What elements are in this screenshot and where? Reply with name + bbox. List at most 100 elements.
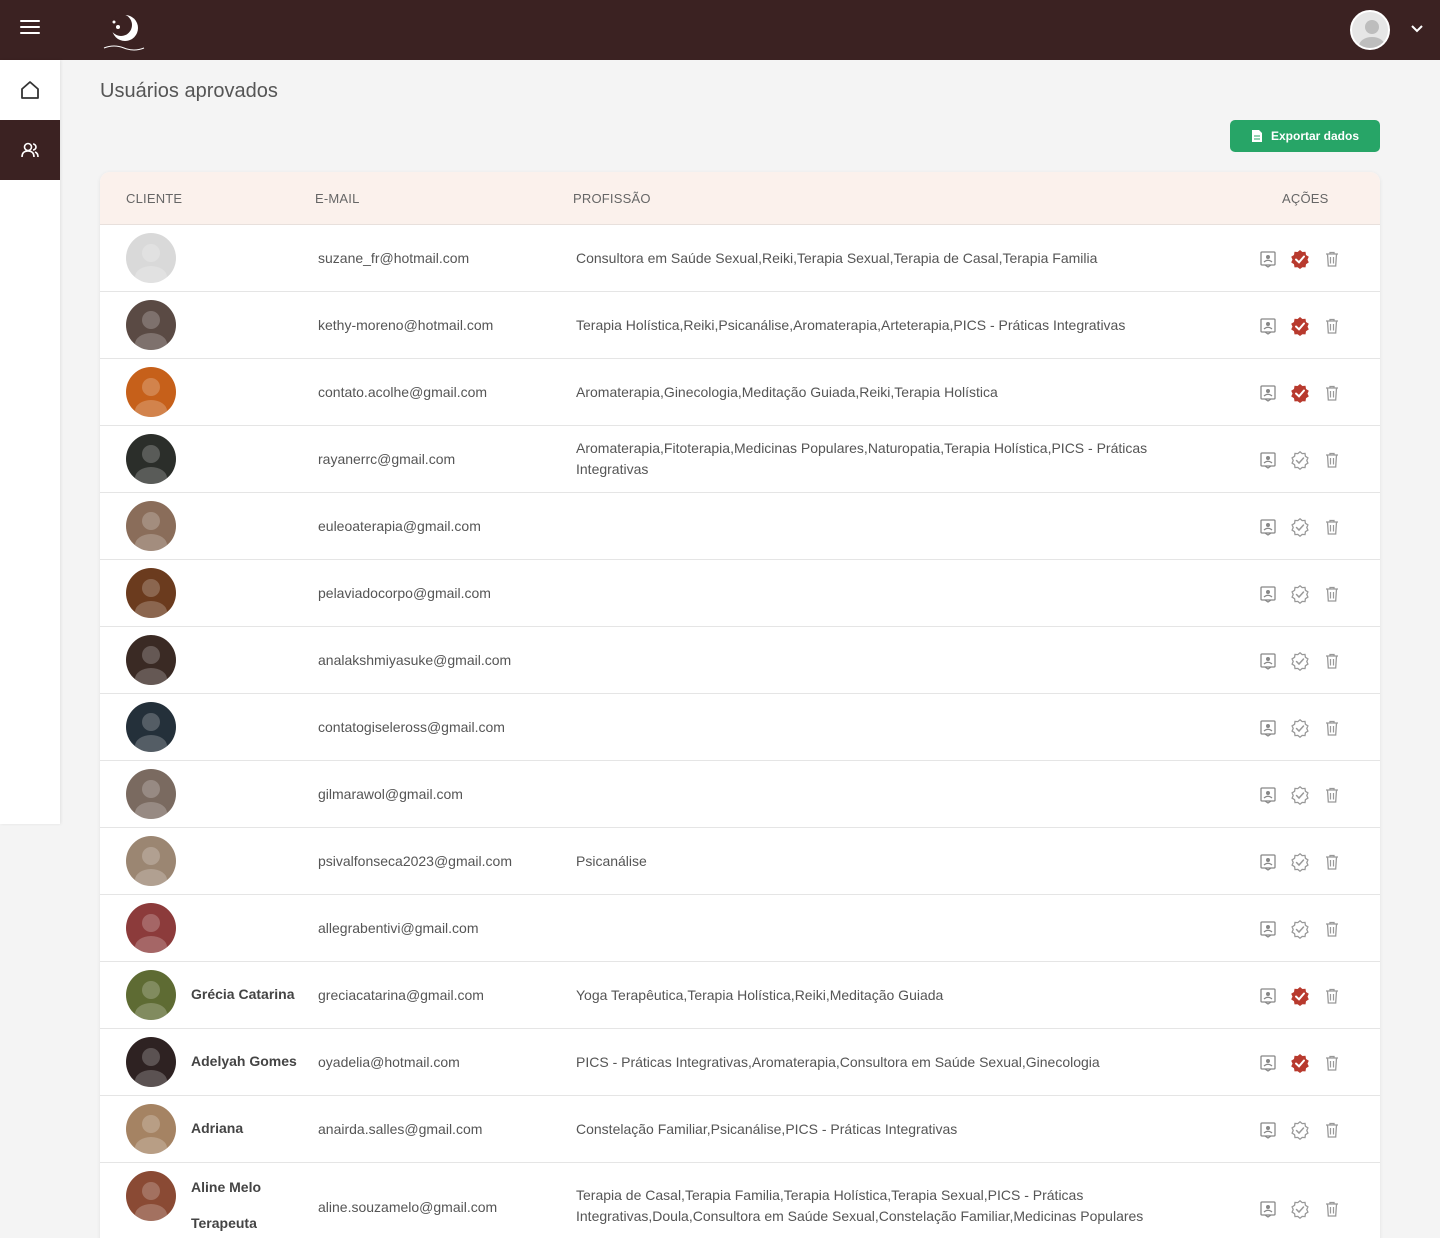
view-profile-icon[interactable] — [1258, 383, 1278, 403]
client-email: oyadelia@hotmail.com — [318, 1054, 460, 1070]
sidebar-item-home[interactable] — [0, 60, 60, 120]
client-email: anairda.salles@gmail.com — [318, 1121, 483, 1137]
avatar — [126, 233, 176, 283]
row-actions — [1258, 718, 1342, 738]
header-profession: PROFISSÃO — [573, 191, 651, 206]
avatar — [126, 702, 176, 752]
table-row: pelaviadocorpo@gmail.com — [100, 560, 1380, 627]
approve-icon[interactable] — [1290, 1120, 1310, 1140]
view-profile-icon[interactable] — [1258, 986, 1278, 1006]
client-profession: Constelação Familiar,Psicanálise,PICS - … — [576, 1121, 958, 1137]
approve-icon[interactable] — [1290, 785, 1310, 805]
client-name: Grécia Catarina — [191, 986, 295, 1002]
table-row: Adelyah Gomes oyadelia@hotmail.com PICS … — [100, 1029, 1380, 1096]
avatar — [126, 903, 176, 953]
trash-icon[interactable] — [1322, 986, 1342, 1006]
logo — [100, 8, 146, 54]
view-profile-icon[interactable] — [1258, 651, 1278, 671]
trash-icon[interactable] — [1322, 316, 1342, 336]
header-email: E-MAIL — [315, 191, 360, 206]
trash-icon[interactable] — [1322, 1120, 1342, 1140]
client-email: kethy-moreno@hotmail.com — [318, 317, 494, 333]
trash-icon[interactable] — [1322, 383, 1342, 403]
client-email: suzane_fr@hotmail.com — [318, 250, 470, 266]
client-email: contato.acolhe@gmail.com — [318, 384, 488, 400]
avatar — [126, 501, 176, 551]
view-profile-icon[interactable] — [1258, 249, 1278, 269]
avatar — [126, 367, 176, 417]
trash-icon[interactable] — [1322, 852, 1342, 872]
client-profession: Psicanálise — [576, 853, 647, 869]
trash-icon[interactable] — [1322, 1199, 1342, 1219]
row-actions — [1258, 785, 1342, 805]
approved-badge-icon[interactable] — [1290, 986, 1310, 1006]
trash-icon[interactable] — [1322, 651, 1342, 671]
sidebar-item-users[interactable] — [0, 120, 60, 180]
table-row: Grécia Catarina greciacatarina@gmail.com… — [100, 962, 1380, 1029]
view-profile-icon[interactable] — [1258, 718, 1278, 738]
trash-icon[interactable] — [1322, 718, 1342, 738]
approve-icon[interactable] — [1290, 718, 1310, 738]
table-row: analakshmiyasuke@gmail.com — [100, 627, 1380, 694]
avatar — [126, 300, 176, 350]
approved-badge-icon[interactable] — [1290, 1053, 1310, 1073]
page-title: Usuários aprovados — [100, 80, 278, 102]
view-profile-icon[interactable] — [1258, 919, 1278, 939]
view-profile-icon[interactable] — [1258, 584, 1278, 604]
menu-icon[interactable] — [20, 20, 40, 40]
table-row: gilmarawol@gmail.com — [100, 761, 1380, 828]
client-profession: Aromaterapia,Ginecologia,Meditação Guiad… — [576, 384, 998, 400]
client-profession: PICS - Práticas Integrativas,Aromaterapi… — [576, 1054, 1100, 1070]
table-row: euleoaterapia@gmail.com — [100, 493, 1380, 560]
view-profile-icon[interactable] — [1258, 1053, 1278, 1073]
approve-icon[interactable] — [1290, 1199, 1310, 1219]
approve-icon[interactable] — [1290, 651, 1310, 671]
client-email: analakshmiyasuke@gmail.com — [318, 652, 512, 668]
table-header: CLIENTE E-MAIL PROFISSÃO AÇÕES — [100, 172, 1380, 225]
approved-badge-icon[interactable] — [1290, 383, 1310, 403]
export-data-button[interactable]: Exportar dados — [1230, 120, 1380, 152]
trash-icon[interactable] — [1322, 517, 1342, 537]
view-profile-icon[interactable] — [1258, 1199, 1278, 1219]
trash-icon[interactable] — [1322, 584, 1342, 604]
approve-icon[interactable] — [1290, 852, 1310, 872]
trash-icon[interactable] — [1322, 785, 1342, 805]
client-email: rayanerrc@gmail.com — [318, 451, 456, 467]
view-profile-icon[interactable] — [1258, 450, 1278, 470]
approve-icon[interactable] — [1290, 450, 1310, 470]
client-email: greciacatarina@gmail.com — [318, 987, 484, 1003]
trash-icon[interactable] — [1322, 919, 1342, 939]
approve-icon[interactable] — [1290, 919, 1310, 939]
view-profile-icon[interactable] — [1258, 316, 1278, 336]
trash-icon[interactable] — [1322, 450, 1342, 470]
approved-badge-icon[interactable] — [1290, 249, 1310, 269]
top-bar — [0, 0, 1440, 60]
home-icon — [21, 81, 39, 99]
header-client: CLIENTE — [126, 191, 183, 206]
approve-icon[interactable] — [1290, 517, 1310, 537]
table-row: kethy-moreno@hotmail.com Terapia Holísti… — [100, 292, 1380, 359]
row-actions — [1258, 1199, 1342, 1219]
client-email: pelaviadocorpo@gmail.com — [318, 585, 491, 601]
view-profile-icon[interactable] — [1258, 785, 1278, 805]
approve-icon[interactable] — [1290, 584, 1310, 604]
row-actions — [1258, 986, 1342, 1006]
view-profile-icon[interactable] — [1258, 852, 1278, 872]
approved-badge-icon[interactable] — [1290, 316, 1310, 336]
client-email: contatogiseleross@gmail.com — [318, 719, 505, 735]
client-email: psivalfonseca2023@gmail.com — [318, 853, 512, 869]
trash-icon[interactable] — [1322, 249, 1342, 269]
avatar — [126, 970, 176, 1020]
chevron-down-icon[interactable] — [1410, 22, 1424, 36]
client-name: Aline Melo Terapeuta — [191, 1179, 262, 1231]
view-profile-icon[interactable] — [1258, 517, 1278, 537]
user-avatar[interactable] — [1350, 10, 1390, 50]
client-profession: Terapia Holística,Reiki,Psicanálise,Arom… — [576, 317, 1126, 333]
table-row: suzane_fr@hotmail.com Consultora em Saúd… — [100, 225, 1380, 292]
row-actions — [1258, 651, 1342, 671]
avatar — [126, 769, 176, 819]
document-icon — [1251, 130, 1262, 142]
trash-icon[interactable] — [1322, 1053, 1342, 1073]
client-profession: Consultora em Saúde Sexual,Reiki,Terapia… — [576, 250, 1098, 266]
view-profile-icon[interactable] — [1258, 1120, 1278, 1140]
